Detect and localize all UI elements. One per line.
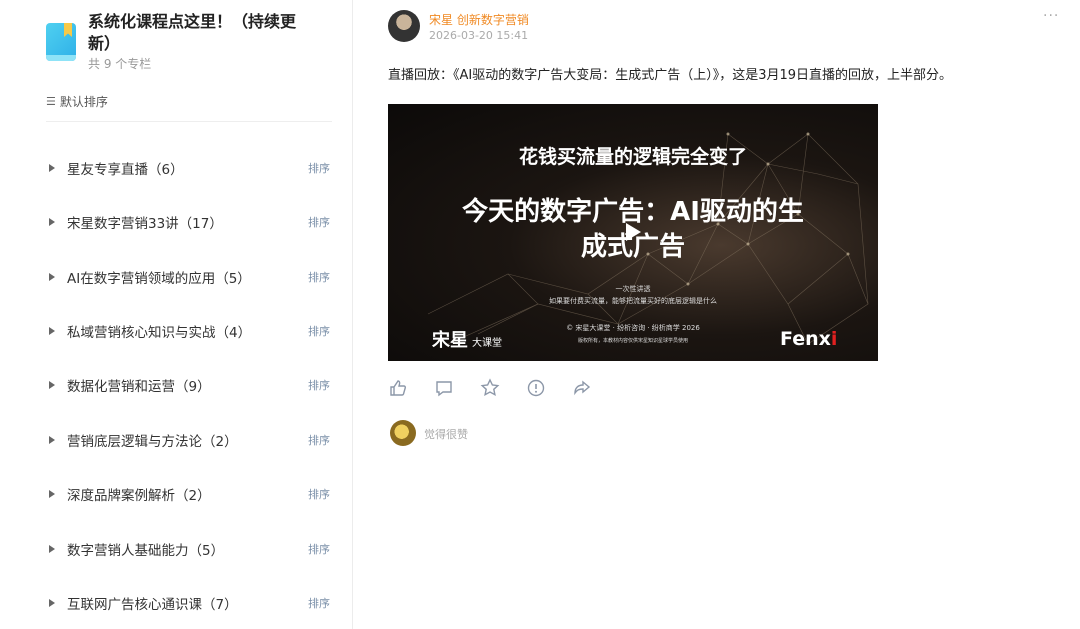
sidebar-item-label: 数据化营销和运营（9） — [67, 379, 211, 395]
video-logo-right: Fenxi — [780, 328, 838, 350]
author-name[interactable]: 宋星 创新数字营销 — [429, 11, 529, 28]
like-text: 觉得很赞 — [424, 428, 468, 441]
sidebar-item-label: 互联网广告核心通识课（7） — [67, 597, 238, 613]
sidebar-item-live[interactable]: 星友专享直播（6） 排序 — [46, 156, 336, 180]
post-text: 直播回放：《AI驱动的数字广告大变局：生成式广告（上）》，这是3月19日直播的回… — [388, 68, 953, 83]
divider — [46, 121, 332, 122]
sidebar-item-label: 营销底层逻辑与方法论（2） — [67, 434, 238, 450]
sort-link[interactable]: 排序 — [308, 160, 330, 176]
expand-triangle-icon[interactable] — [49, 381, 55, 389]
column-count: 共 9 个专栏 — [88, 57, 152, 71]
more-options-icon[interactable]: ··· — [1043, 8, 1059, 24]
sidebar-item-brand-cases[interactable]: 深度品牌案例解析（2） 排序 — [46, 482, 336, 506]
sidebar-item-33-lectures[interactable]: 宋星数字营销33讲（17） 排序 — [46, 210, 336, 234]
sidebar-item-label: AI在数字营销领域的应用（5） — [67, 271, 251, 287]
video-logo-left: 宋星 大课堂 — [432, 330, 502, 351]
post-actions — [388, 378, 592, 398]
sidebar-item-label: 深度品牌案例解析（2） — [67, 488, 211, 504]
sidebar-item-data-marketing[interactable]: 数据化营销和运营（9） 排序 — [46, 373, 336, 397]
sort-lines-icon: ☰ — [46, 95, 56, 108]
expand-triangle-icon[interactable] — [49, 164, 55, 172]
sort-link[interactable]: 排序 — [308, 377, 330, 393]
book-icon — [46, 23, 76, 61]
sort-link[interactable]: 排序 — [308, 269, 330, 285]
favorite-icon[interactable] — [480, 378, 500, 398]
liker-avatar[interactable] — [390, 420, 416, 446]
sidebar-item-ai-marketing[interactable]: AI在数字营销领域的应用（5） 排序 — [46, 265, 336, 289]
author-avatar[interactable] — [388, 10, 420, 42]
share-icon[interactable] — [572, 378, 592, 398]
sort-link[interactable]: 排序 — [308, 432, 330, 448]
sort-link[interactable]: 排序 — [308, 595, 330, 611]
like-icon[interactable] — [388, 378, 408, 398]
report-icon[interactable] — [526, 378, 546, 398]
comment-icon[interactable] — [434, 378, 454, 398]
expand-triangle-icon[interactable] — [49, 327, 55, 335]
video-headline: 花钱买流量的逻辑完全变了 — [518, 146, 747, 168]
video-sub2: 如果要付费买流量，能够把流量买好的底层逻辑是什么 — [549, 297, 717, 305]
sort-link[interactable]: 排序 — [308, 486, 330, 502]
sidebar-item-private-domain[interactable]: 私域营销核心知识与实战（4） 排序 — [46, 319, 336, 343]
sidebar-item-logic-methods[interactable]: 营销底层逻辑与方法论（2） 排序 — [46, 428, 336, 452]
column-sidebar: 系统化课程点这里！（持续更新） 共 9 个专栏 ☰ 默认排序 星友专享直播（6）… — [0, 0, 353, 629]
sidebar-item-label: 星友专享直播（6） — [67, 162, 184, 178]
sort-link[interactable]: 排序 — [308, 323, 330, 339]
expand-triangle-icon[interactable] — [49, 490, 55, 498]
expand-triangle-icon[interactable] — [49, 436, 55, 444]
sidebar-item-label: 数字营销人基础能力（5） — [67, 543, 225, 559]
video-sub1: 一次性讲透 — [615, 285, 651, 293]
sort-link[interactable]: 排序 — [308, 541, 330, 557]
sidebar-item-ad-course[interactable]: 互联网广告核心通识课（7） 排序 — [46, 591, 336, 615]
sort-link[interactable]: 排序 — [308, 214, 330, 230]
expand-triangle-icon[interactable] — [49, 599, 55, 607]
post-date: 2026-03-20 15:41 — [429, 29, 529, 42]
sidebar-item-label: 宋星数字营销33讲（17） — [67, 216, 223, 232]
sidebar-item-label: 私域营销核心知识与实战（4） — [67, 325, 252, 341]
default-sort-button[interactable]: ☰ 默认排序 — [46, 93, 108, 110]
video-player[interactable]: 花钱买流量的逻辑完全变了 今天的数字广告：AI驱动的生 成式广告 一次性讲透 如… — [388, 104, 878, 361]
expand-triangle-icon[interactable] — [49, 273, 55, 281]
expand-triangle-icon[interactable] — [49, 545, 55, 553]
default-sort-label: 默认排序 — [59, 95, 108, 109]
sidebar-item-basic-skills[interactable]: 数字营销人基础能力（5） 排序 — [46, 537, 336, 561]
column-title: 系统化课程点这里！（持续更新） — [88, 12, 297, 53]
expand-triangle-icon[interactable] — [49, 218, 55, 226]
play-icon[interactable] — [626, 223, 641, 241]
